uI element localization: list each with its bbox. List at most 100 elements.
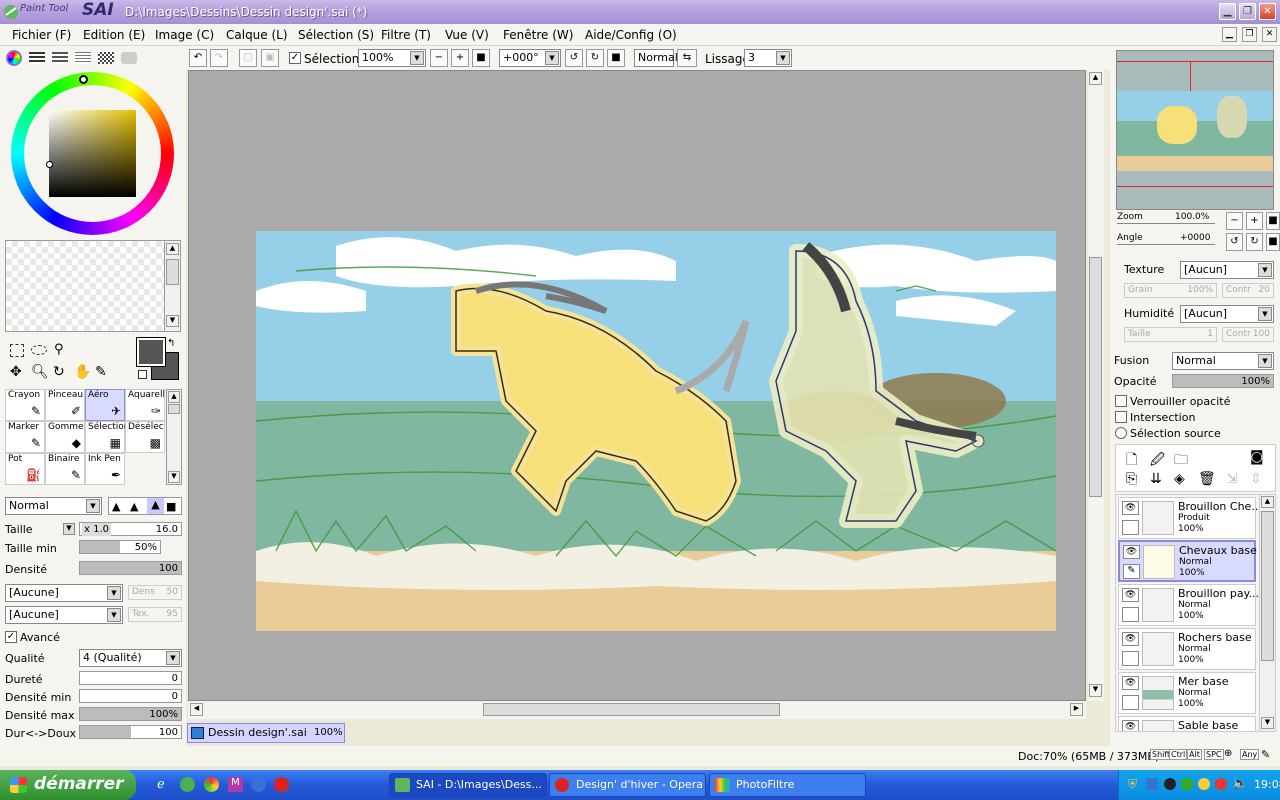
advanced-checkbox[interactable]: ✓ [5,631,17,643]
tool-bucket[interactable]: Pot ⛽ [5,453,45,485]
tool-airbrush[interactable]: Aéro ✈ [85,389,125,421]
scroll-thumb[interactable] [1089,257,1102,497]
menu-help[interactable]: Aide/Config (O) [585,28,677,42]
redo-icon[interactable]: ↷ [210,49,228,67]
canvas-hscrollbar[interactable]: ◀ ▶ [188,701,1086,719]
scroll-thumb[interactable] [168,404,180,414]
zoom-in-icon[interactable]: + [451,49,469,67]
deselect-icon[interactable]: ▢ [239,49,257,67]
rotate-left-icon[interactable]: ↺ [565,49,583,67]
menu-view[interactable]: Vue (V) [445,28,489,42]
visibility-eye-icon[interactable]: 👁 [1123,545,1140,559]
menu-edit[interactable]: Edition (E) [83,28,145,42]
clear-layer-icon[interactable]: ◈ [1174,471,1185,487]
quicklaunch-app-icon-2[interactable] [251,777,266,792]
rotate-reset-icon[interactable]: ■ [607,49,625,67]
navigator-preview[interactable] [1116,50,1274,210]
move-icon[interactable]: ✥ [10,364,22,380]
nav-rotate-left-icon[interactable]: ↺ [1226,233,1243,251]
color-scratchpad[interactable] [5,240,181,332]
chevron-down-icon[interactable]: ▼ [776,51,790,65]
close-button[interactable]: ✕ [1259,3,1276,20]
tool-binary-pen[interactable]: Binaire ✎ [45,453,85,485]
size-slider[interactable]: x 1.0 16.0 [79,522,182,536]
chevron-down-icon[interactable]: ▼ [86,499,100,513]
rgb-sliders-icon[interactable] [29,52,45,64]
doc-minimize-button[interactable]: ▁ [1222,27,1237,42]
visibility-eye-icon[interactable]: 👁 [1122,720,1139,731]
min-density-slider[interactable]: 0 [79,689,182,703]
transfer-down-icon[interactable]: ⇲ [1226,471,1238,487]
scroll-thumb[interactable] [483,703,780,716]
color-marker[interactable] [46,161,53,168]
visibility-eye-icon[interactable]: 👁 [1122,676,1139,690]
tools-scrollbar[interactable]: ▲ ▼ [166,389,182,485]
nav-angle-slider[interactable] [1117,244,1215,245]
swap-colors-icon[interactable]: ↰ [167,338,175,349]
layer-select-checkbox[interactable] [1122,607,1139,622]
zoom-icon[interactable]: 🔍︎ [31,364,49,380]
eyedropper-icon[interactable]: ✎ [95,364,107,380]
scroll-down-arrow[interactable]: ▼ [166,315,179,327]
quicklaunch-app-icon[interactable] [180,777,195,792]
opacity-slider[interactable]: 100% [1172,374,1274,388]
nav-zoom-slider[interactable] [1117,223,1215,224]
canvas-vscrollbar[interactable]: ▲ ▼ [1088,70,1104,701]
chrome-quicklaunch-icon[interactable] [204,777,219,792]
drawing-canvas[interactable] [256,231,1056,631]
layer-item[interactable]: 👁 Rochers base Normal 100% [1118,628,1256,670]
scroll-left-arrow[interactable]: ◀ [190,703,203,716]
scroll-right-arrow[interactable]: ▶ [1070,703,1083,716]
delete-layer-icon[interactable]: 🗑 [1198,471,1216,487]
shape-flat-icon[interactable]: ■ [166,500,176,513]
scroll-thumb[interactable] [1261,511,1274,661]
chevron-down-icon[interactable]: ▼ [410,51,424,65]
shape-medium-icon[interactable]: ▲ [130,500,138,513]
max-density-slider[interactable]: 100% [79,707,182,721]
menu-file[interactable]: Fichier (F) [12,28,71,42]
new-layer-icon[interactable]: 🗋 [1126,449,1137,473]
tray-app-icon-4[interactable] [1198,778,1210,790]
mask-icon[interactable]: ◙ [1250,449,1264,465]
chevron-down-icon[interactable]: ▼ [166,651,180,665]
new-folder-icon[interactable]: 🗀 [1174,449,1188,473]
scroll-up-arrow[interactable]: ▲ [1261,496,1274,508]
layer-select-checkbox[interactable] [1122,695,1139,710]
tool-marker[interactable]: Marker ✎ [5,421,45,453]
source-selection-radio[interactable] [1115,427,1127,439]
scroll-up-arrow[interactable]: ▲ [168,391,180,403]
hand-icon[interactable]: ✋ [74,364,91,380]
maximize-button[interactable]: ❐ [1239,3,1256,20]
scratchpad-scrollbar[interactable]: ▲ ▼ [164,240,181,332]
nav-rotate-reset-icon[interactable]: ■ [1266,233,1280,251]
tray-app-icon[interactable] [1146,778,1158,790]
scroll-up-arrow[interactable]: ▲ [166,243,179,255]
menu-window[interactable]: Fenêtre (W) [503,28,573,42]
menu-image[interactable]: Image (C) [155,28,214,42]
layer-select-checkbox[interactable] [1122,520,1139,535]
tool-brush[interactable]: Pinceau ✐ [45,389,85,421]
nav-zoom-reset-icon[interactable]: ■ [1266,212,1280,230]
selection-checkbox[interactable]: ✓ [289,52,301,64]
foreground-color-swatch[interactable] [136,337,166,367]
tool-ink-pen[interactable]: Ink Pen ✒ [85,453,125,485]
nav-rotate-right-icon[interactable]: ↻ [1246,233,1263,251]
visibility-eye-icon[interactable]: 👁 [1122,632,1139,646]
nav-zoom-in-icon[interactable]: + [1246,212,1263,230]
scroll-up-arrow[interactable]: ▲ [1089,72,1102,85]
zoom-reset-icon[interactable]: ■ [472,49,490,67]
density-slider[interactable]: 100 [79,561,182,575]
texture-select-2[interactable]: [Aucune] [5,606,123,624]
chevron-down-icon[interactable]: ▼ [1258,354,1272,368]
doc-restore-button[interactable]: ❐ [1242,27,1257,42]
rotate-right-icon[interactable]: ↻ [586,49,604,67]
task-sai[interactable]: SAI - D:\Images\Dess... [389,773,547,797]
doc-close-button[interactable]: ✕ [1262,27,1277,42]
scroll-down-arrow[interactable]: ▼ [1261,717,1274,729]
layer-select-checkbox[interactable] [1122,651,1139,666]
new-vector-layer-icon[interactable]: 🖉 [1150,449,1165,473]
m-quicklaunch-icon[interactable]: M [228,777,243,792]
minimize-button[interactable]: ▁ [1219,3,1236,20]
shield-icon[interactable]: ⛨ [1128,777,1137,792]
tool-pencil[interactable]: Crayon ✎ [5,389,45,421]
